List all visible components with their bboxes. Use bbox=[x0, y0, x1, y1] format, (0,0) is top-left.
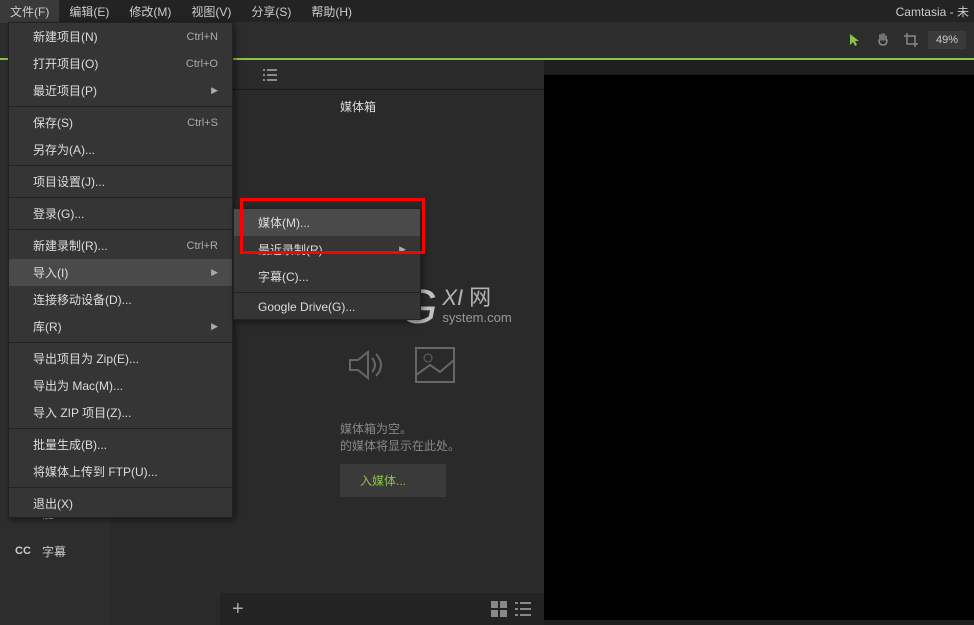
import-media-button[interactable]: 入媒体... bbox=[340, 464, 446, 497]
submenu-gdrive[interactable]: Google Drive(G)... bbox=[234, 295, 420, 319]
sidebar-label: 字幕 bbox=[42, 543, 66, 560]
zoom-level[interactable]: 49% bbox=[928, 31, 966, 49]
menu-import-zip[interactable]: 导入 ZIP 项目(Z)... bbox=[9, 399, 232, 426]
submenu-captions[interactable]: 字幕(C)... bbox=[234, 263, 420, 290]
cc-icon: CC bbox=[14, 542, 32, 560]
separator bbox=[9, 428, 232, 429]
empty-text-1: 媒体箱为空。 bbox=[340, 420, 460, 437]
menu-connect-mobile[interactable]: 连接移动设备(D)... bbox=[9, 286, 232, 313]
sidebar-captions[interactable]: CC 字幕 bbox=[0, 532, 110, 570]
file-dropdown: 新建项目(N)Ctrl+N 打开项目(O)Ctrl+O 最近项目(P)▶ 保存(… bbox=[8, 22, 233, 518]
menu-modify[interactable]: 修改(M) bbox=[119, 0, 181, 23]
bottom-row: + bbox=[220, 593, 544, 625]
submenu-media[interactable]: 媒体(M)... bbox=[234, 209, 420, 236]
menu-batch[interactable]: 批量生成(B)... bbox=[9, 431, 232, 458]
separator bbox=[9, 229, 232, 230]
audio-placeholder-icon bbox=[340, 340, 390, 390]
menu-edit[interactable]: 编辑(E) bbox=[59, 0, 119, 23]
menu-export-mac[interactable]: 导出为 Mac(M)... bbox=[9, 372, 232, 399]
menu-export-zip[interactable]: 导出项目为 Zip(E)... bbox=[9, 345, 232, 372]
top-bar: 文件(F) 编辑(E) 修改(M) 视图(V) 分享(S) 帮助(H) Camt… bbox=[0, 0, 974, 22]
cursor-icon[interactable] bbox=[844, 29, 866, 51]
import-submenu: 媒体(M)... 最近录制(R)▶ 字幕(C)... Google Drive(… bbox=[233, 208, 421, 320]
add-button[interactable]: + bbox=[232, 598, 244, 621]
separator bbox=[9, 106, 232, 107]
separator bbox=[9, 487, 232, 488]
menu-new-project[interactable]: 新建项目(N)Ctrl+N bbox=[9, 23, 232, 50]
menu-save-as[interactable]: 另存为(A)... bbox=[9, 136, 232, 163]
menu-recent-projects[interactable]: 最近项目(P)▶ bbox=[9, 77, 232, 104]
menu-new-recording[interactable]: 新建录制(R)...Ctrl+R bbox=[9, 232, 232, 259]
crop-icon[interactable] bbox=[900, 29, 922, 51]
chevron-right-icon: ▶ bbox=[211, 85, 218, 96]
empty-text-2: 的媒体将显示在此处。 bbox=[340, 437, 460, 454]
menu-open-project[interactable]: 打开项目(O)Ctrl+O bbox=[9, 50, 232, 77]
chevron-right-icon: ▶ bbox=[399, 244, 406, 255]
menu-project-settings[interactable]: 项目设置(J)... bbox=[9, 168, 232, 195]
app-title: Camtasia - 未 bbox=[896, 3, 974, 20]
canvas-area bbox=[544, 60, 974, 625]
menu-upload-ftp[interactable]: 将媒体上传到 FTP(U)... bbox=[9, 458, 232, 485]
menu-share[interactable]: 分享(S) bbox=[241, 0, 301, 23]
menu-save[interactable]: 保存(S)Ctrl+S bbox=[9, 109, 232, 136]
chevron-right-icon: ▶ bbox=[211, 321, 218, 332]
separator bbox=[234, 292, 420, 293]
menu-exit[interactable]: 退出(X) bbox=[9, 490, 232, 517]
menu-bar: 文件(F) 编辑(E) 修改(M) 视图(V) 分享(S) 帮助(H) bbox=[0, 0, 362, 23]
list-view-icon-bottom[interactable] bbox=[514, 600, 532, 618]
menu-help[interactable]: 帮助(H) bbox=[301, 0, 362, 23]
chevron-right-icon: ▶ bbox=[211, 267, 218, 278]
image-placeholder-icon bbox=[410, 340, 460, 390]
menu-signin[interactable]: 登录(G)... bbox=[9, 200, 232, 227]
canvas[interactable] bbox=[544, 75, 974, 620]
submenu-recent-recordings[interactable]: 最近录制(R)▶ bbox=[234, 236, 420, 263]
separator bbox=[9, 165, 232, 166]
separator bbox=[9, 197, 232, 198]
menu-view[interactable]: 视图(V) bbox=[181, 0, 241, 23]
menu-library[interactable]: 库(R)▶ bbox=[9, 313, 232, 340]
menu-file[interactable]: 文件(F) bbox=[0, 0, 59, 23]
menu-import[interactable]: 导入(I)▶ bbox=[9, 259, 232, 286]
separator bbox=[9, 342, 232, 343]
hand-icon[interactable] bbox=[872, 29, 894, 51]
placeholder-area: 媒体箱为空。 的媒体将显示在此处。 入媒体... bbox=[340, 340, 460, 497]
grid-view-icon[interactable] bbox=[490, 600, 508, 618]
